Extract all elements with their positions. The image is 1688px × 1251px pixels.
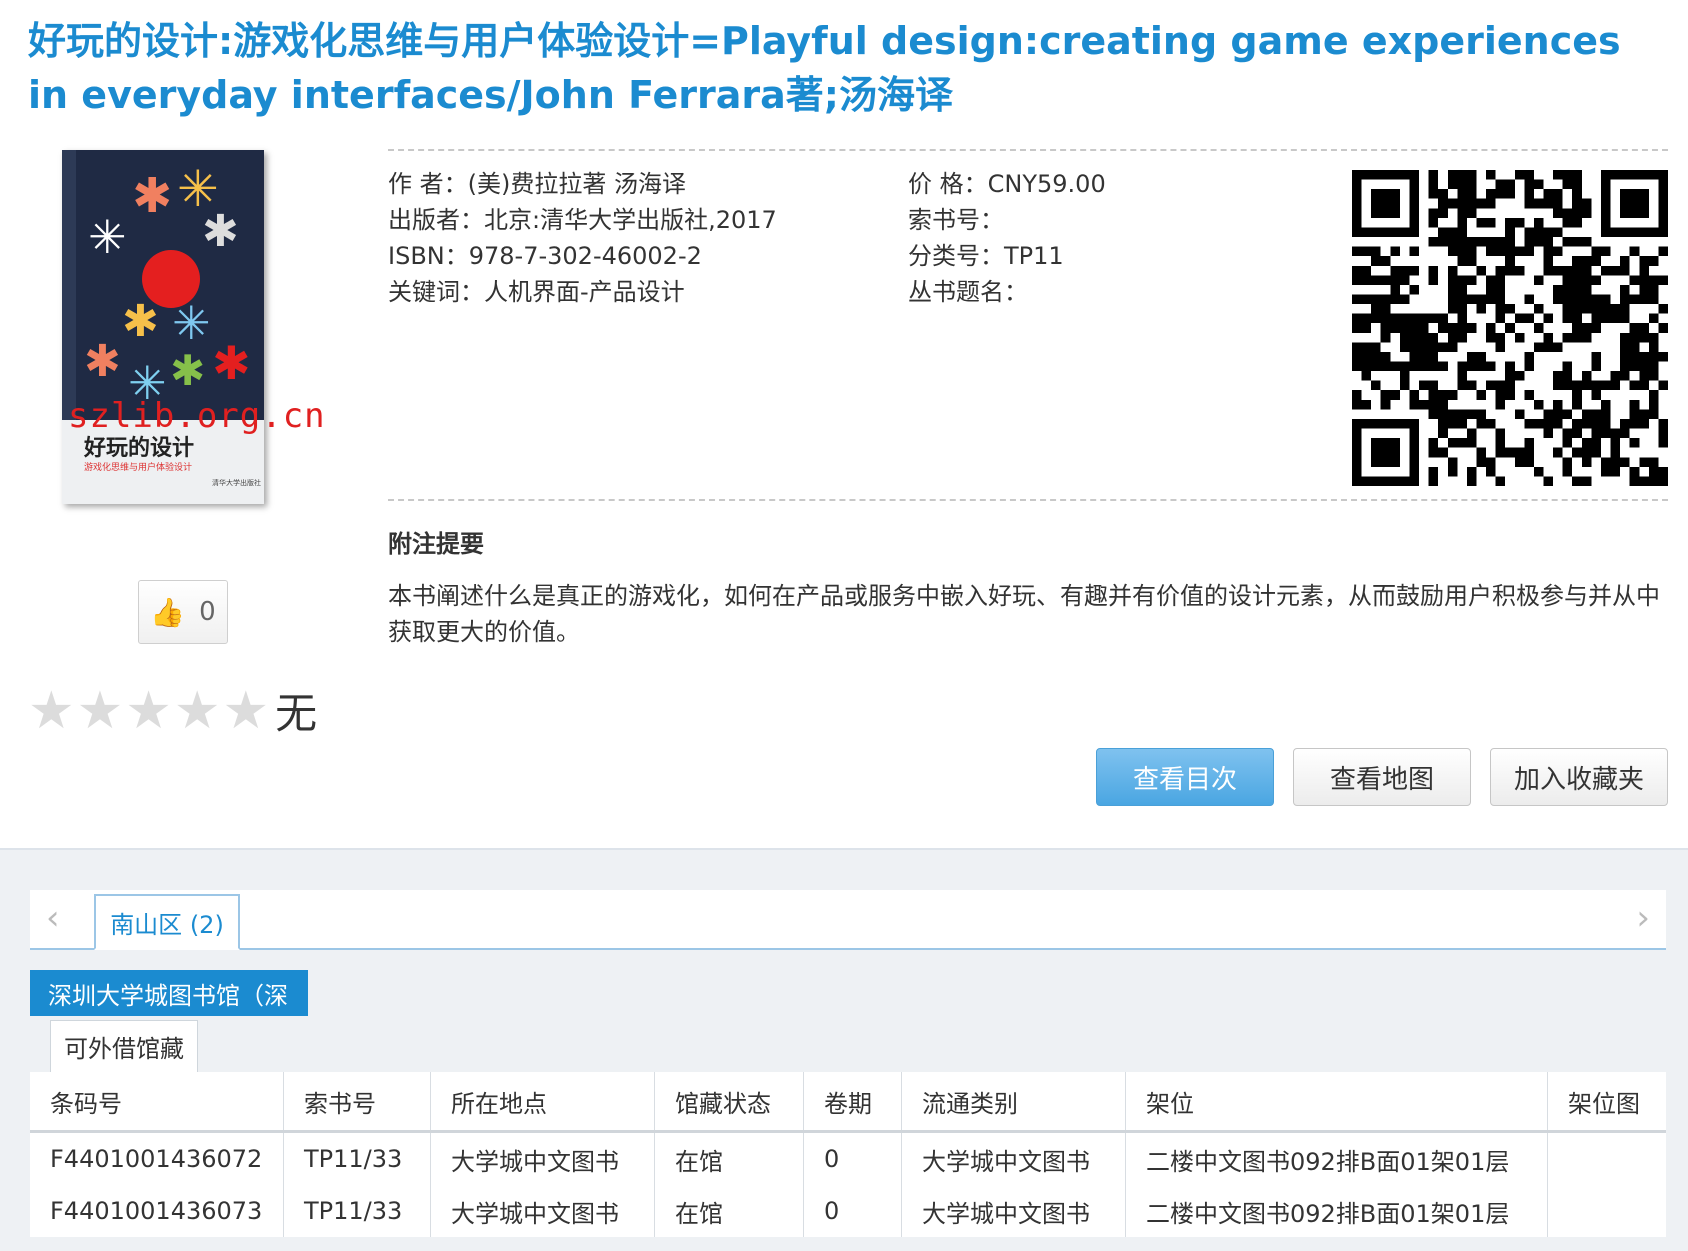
cell-barcode: F4401001436073 bbox=[30, 1185, 284, 1237]
qr-code-image bbox=[1352, 170, 1668, 486]
cell-shelf: 二楼中文图书092排B面01架01层 bbox=[1125, 1131, 1548, 1185]
rating-stars: ★ ★ ★ ★ ★ 无 bbox=[28, 680, 317, 741]
meta-isbn-value: 978-7-302-46002-2 bbox=[468, 242, 702, 270]
book-title: 好玩的设计:游戏化思维与用户体验设计=Playful design:creati… bbox=[28, 19, 1621, 117]
tab-lendable-holdings[interactable]: 可外借馆藏 bbox=[50, 1020, 198, 1072]
cell-shelf: 二楼中文图书092排B面01架01层 bbox=[1125, 1185, 1548, 1237]
meta-price-label: 价 格： bbox=[908, 170, 988, 198]
holdings-table: 条码号 索书号 所在地点 馆藏状态 卷期 流通类别 架位 架位图 F440100… bbox=[30, 1072, 1666, 1237]
chevron-right-icon[interactable]: › bbox=[1636, 898, 1650, 938]
holdings-header-row: 条码号 索书号 所在地点 馆藏状态 卷期 流通类别 架位 架位图 bbox=[30, 1072, 1666, 1133]
cell-location: 大学城中文图书 bbox=[430, 1185, 655, 1237]
like-button[interactable]: 👍 0 bbox=[138, 580, 228, 644]
meta-publisher-value[interactable]: 北京:清华大学出版社,2017 bbox=[484, 206, 777, 234]
cell-volume: 0 bbox=[803, 1185, 902, 1237]
meta-keywords-value[interactable]: 人机界面-产品设计 bbox=[484, 278, 685, 306]
cover-subtitle: 游戏化思维与用户体验设计 bbox=[84, 463, 193, 473]
cell-circ-type: 大学城中文图书 bbox=[901, 1185, 1126, 1237]
col-shelf: 架位 bbox=[1125, 1072, 1548, 1133]
star-icon[interactable]: ★ bbox=[77, 685, 124, 737]
cover-asterisk: ✳ bbox=[172, 296, 211, 350]
divider-top bbox=[388, 149, 1668, 151]
star-icon[interactable]: ★ bbox=[28, 685, 75, 737]
book-cover-image: ✱ ✳ ✳ ✱ ✱ ✳ ✱ ✱ ✳ ✱ 好玩的设计 游戏化思维与用户体验设计 清… bbox=[62, 150, 264, 504]
col-circ-type: 流通类别 bbox=[901, 1072, 1126, 1133]
cover-asterisk: ✱ bbox=[170, 346, 206, 395]
cell-callno: TP11/33 bbox=[283, 1131, 431, 1185]
like-count: 0 bbox=[199, 597, 216, 627]
meta-isbn-row: ISBN：978-7-302-46002-2 bbox=[388, 238, 777, 274]
meta-series-label: 丛书题名： bbox=[908, 278, 1028, 306]
meta-isbn-label: ISBN： bbox=[388, 242, 469, 270]
meta-callno-label: 索书号： bbox=[908, 206, 1004, 234]
col-barcode: 条码号 bbox=[30, 1072, 284, 1133]
cover-publisher: 清华大学出版社 bbox=[212, 479, 261, 487]
cell-shelf-map[interactable] bbox=[1548, 1185, 1667, 1237]
col-location: 所在地点 bbox=[430, 1072, 655, 1133]
view-toc-button[interactable]: 查看目次 bbox=[1096, 748, 1274, 806]
col-callno: 索书号 bbox=[283, 1072, 431, 1133]
library-button[interactable]: 深圳大学城图书馆（深 bbox=[30, 970, 308, 1016]
divider-bottom bbox=[388, 499, 1668, 501]
star-icon[interactable]: ★ bbox=[223, 685, 270, 737]
meta-class-row: 分类号：TP11 bbox=[908, 238, 1106, 274]
col-status: 馆藏状态 bbox=[654, 1072, 804, 1133]
watermark-text: szlib.org.cn bbox=[68, 396, 326, 436]
chevron-left-icon[interactable]: ‹ bbox=[46, 898, 60, 938]
meta-class-value: TP11 bbox=[1004, 242, 1064, 270]
summary-text: 本书阐述什么是真正的游戏化，如何在产品或服务中嵌入好玩、有趣并有价值的设计元素，… bbox=[388, 582, 1660, 646]
region-tabbar: ‹ 南山区 (2) › bbox=[30, 890, 1666, 950]
meta-callno-row: 索书号： bbox=[908, 202, 1106, 238]
cover-asterisk: ✱ bbox=[122, 296, 159, 347]
cell-volume: 0 bbox=[803, 1131, 902, 1185]
meta-left-column: 作 者：(美)费拉拉著 汤海译 出版者：北京:清华大学出版社,2017 ISBN… bbox=[388, 166, 777, 310]
meta-author-label: 作 者： bbox=[388, 170, 468, 198]
meta-price-row: 价 格：CNY59.00 bbox=[908, 166, 1106, 202]
meta-price-value: CNY59.00 bbox=[987, 170, 1106, 198]
table-row: F4401001436072 TP11/33 大学城中文图书 在馆 0 大学城中… bbox=[30, 1131, 1667, 1186]
meta-author-value[interactable]: (美)费拉拉著 汤海译 bbox=[468, 170, 686, 198]
meta-keywords-row: 关键词：人机界面-产品设计 bbox=[388, 274, 777, 310]
thumbs-up-icon: 👍 bbox=[150, 595, 186, 629]
rating-label: 无 bbox=[275, 689, 318, 738]
cover-asterisk: ✱ bbox=[202, 206, 239, 257]
meta-publisher-label: 出版者： bbox=[388, 206, 484, 234]
col-volume: 卷期 bbox=[803, 1072, 902, 1133]
col-shelf-map: 架位图 bbox=[1547, 1072, 1666, 1133]
cover-asterisk: ✱ bbox=[84, 336, 121, 387]
meta-series-row: 丛书题名： bbox=[908, 274, 1106, 310]
cover-asterisk: ✱ bbox=[132, 168, 173, 224]
cell-circ-type: 大学城中文图书 bbox=[901, 1131, 1126, 1185]
summary-heading: 附注提要 bbox=[388, 530, 484, 558]
star-icon[interactable]: ★ bbox=[174, 685, 221, 737]
cell-status: 在馆 bbox=[654, 1185, 804, 1237]
add-favorite-button[interactable]: 加入收藏夹 bbox=[1490, 748, 1668, 806]
cell-location: 大学城中文图书 bbox=[430, 1131, 655, 1185]
cover-asterisk: ✳ bbox=[88, 210, 127, 264]
cell-status: 在馆 bbox=[654, 1131, 804, 1185]
meta-class-label: 分类号： bbox=[908, 242, 1004, 270]
view-map-button[interactable]: 查看地图 bbox=[1293, 748, 1471, 806]
meta-publisher-row: 出版者：北京:清华大学出版社,2017 bbox=[388, 202, 777, 238]
cell-shelf-map[interactable] bbox=[1548, 1132, 1667, 1186]
table-row: F4401001436073 TP11/33 大学城中文图书 在馆 0 大学城中… bbox=[30, 1185, 1666, 1237]
star-icon[interactable]: ★ bbox=[125, 685, 172, 737]
cell-callno: TP11/33 bbox=[283, 1185, 431, 1237]
meta-keywords-label: 关键词： bbox=[388, 278, 484, 306]
cover-asterisk: ✱ bbox=[212, 336, 251, 390]
tab-region-nanshan[interactable]: 南山区 (2) bbox=[94, 894, 240, 950]
meta-right-column: 价 格：CNY59.00 索书号： 分类号：TP11 丛书题名： bbox=[908, 166, 1106, 310]
meta-author-row: 作 者：(美)费拉拉著 汤海译 bbox=[388, 166, 777, 202]
cell-barcode: F4401001436072 bbox=[30, 1131, 284, 1185]
